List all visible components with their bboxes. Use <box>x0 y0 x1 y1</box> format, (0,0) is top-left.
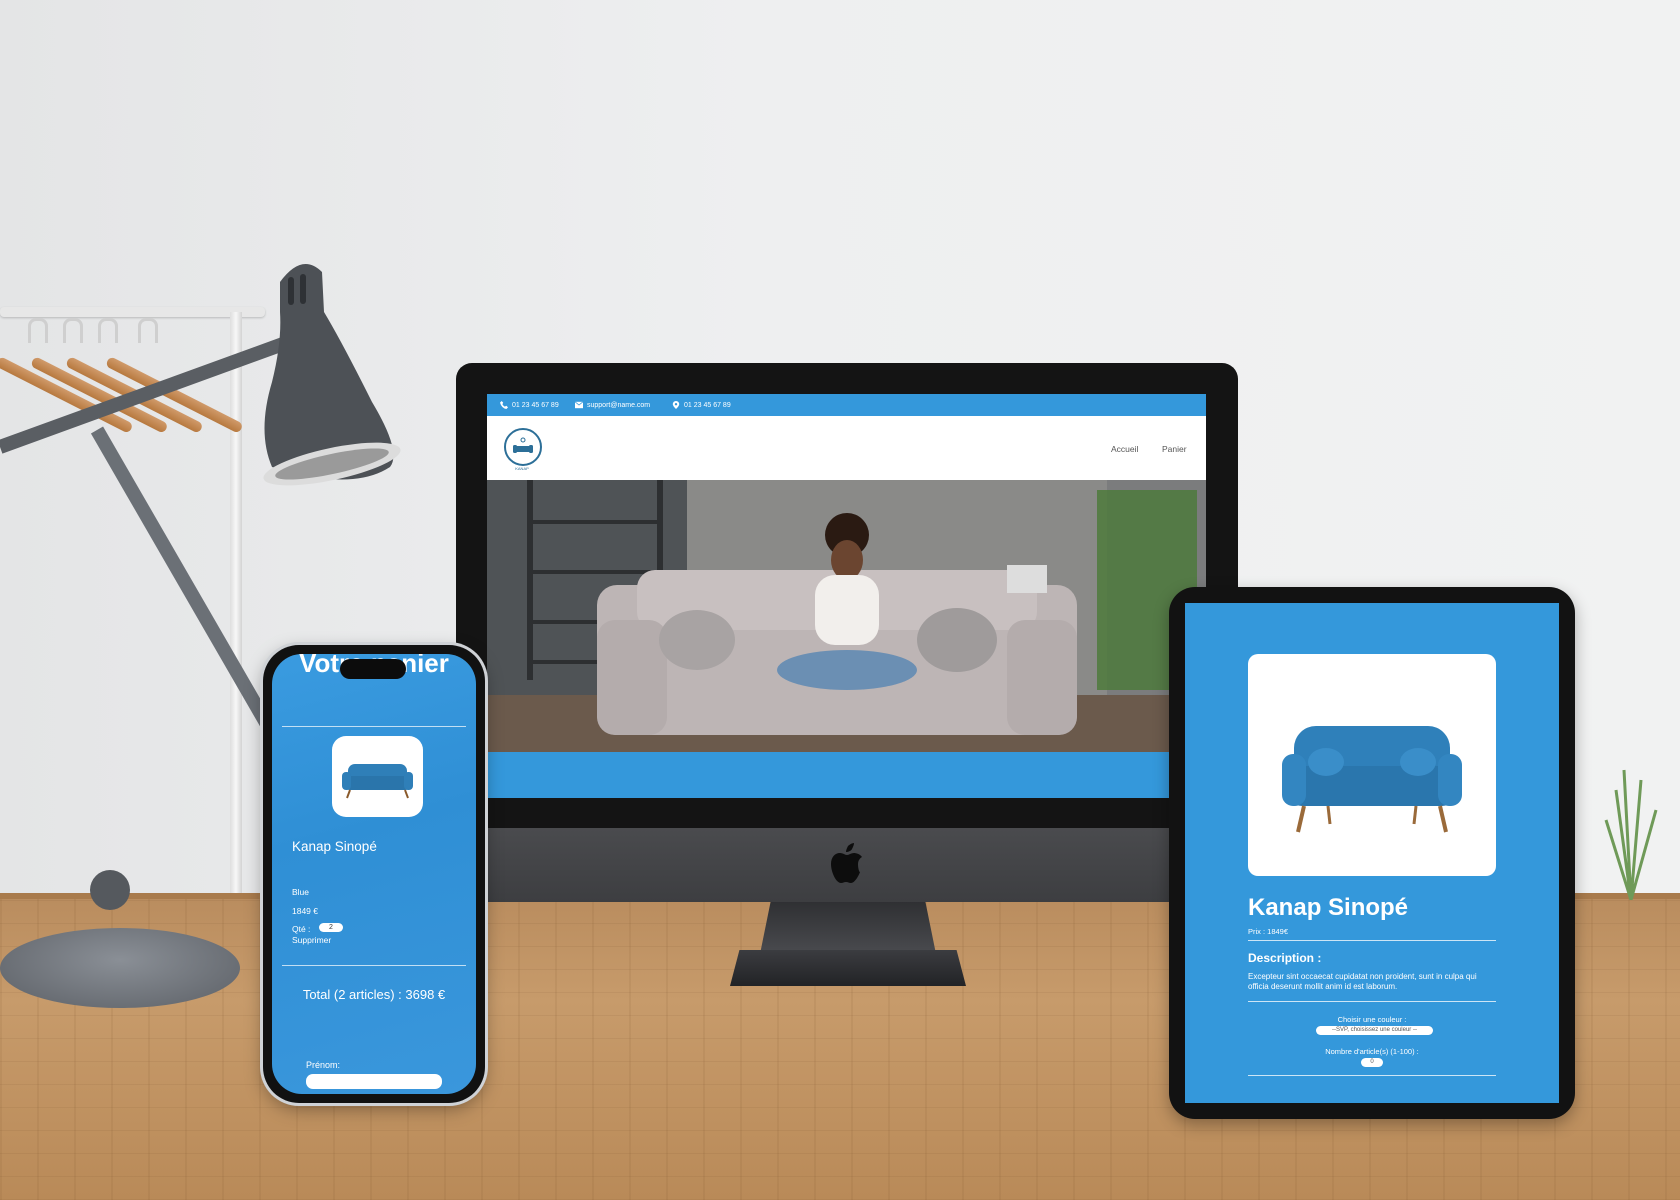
location-icon <box>672 401 680 409</box>
product-description: Excepteur sint occaecat cupidatat non pr… <box>1248 972 1477 991</box>
quantity-label: Nombre d'article(s) (1-100) : <box>1325 1047 1419 1056</box>
imac-stand-foot <box>730 950 966 986</box>
logo-text: KANAP <box>515 466 529 471</box>
topbar-phone-text: 01 23 45 67 89 <box>512 401 559 409</box>
site-topbar: 01 23 45 67 89 support@name.com 01 23 45… <box>487 394 1206 416</box>
lamp-shade-icon <box>263 264 401 486</box>
cart-item-color: Blue <box>292 887 310 897</box>
product-image-card <box>1248 654 1496 876</box>
nav-link-panier[interactable]: Panier <box>1162 444 1187 454</box>
imac-screen: 01 23 45 67 89 support@name.com 01 23 45… <box>487 394 1206 798</box>
topbar-address-text: 01 23 45 67 89 <box>684 401 731 409</box>
plant-icon <box>1604 769 1658 900</box>
clothes-rack-bar <box>0 307 265 317</box>
lamp-joint <box>90 870 130 910</box>
clothes-rack-pole <box>230 312 242 902</box>
topbar-address[interactable]: 01 23 45 67 89 <box>672 401 731 409</box>
hero-banner-image <box>487 480 1206 752</box>
tablet-device: Kanap Sinopé Prix : 1849€ Description : … <box>1169 587 1575 1119</box>
color-select[interactable]: --SVP, choisissez une couleur -- <box>1316 1026 1433 1035</box>
phone-icon <box>500 401 508 409</box>
first-name-input[interactable] <box>306 1074 442 1089</box>
tablet-product-screen: Kanap Sinopé Prix : 1849€ Description : … <box>1185 603 1559 1103</box>
blue-sofa-icon <box>342 764 413 799</box>
cart-item-qty-label: Qté : <box>292 924 311 934</box>
cart-total: Total (2 articles) : 3698 € <box>302 987 446 1002</box>
blue-sofa-product-image <box>1282 726 1462 833</box>
color-label: Choisir une couleur : <box>1337 1015 1407 1024</box>
cart-item-price: 1849 € <box>292 906 318 916</box>
phone-dynamic-island <box>340 659 406 679</box>
living-room-photo <box>487 480 1206 752</box>
product-divider <box>1248 1075 1496 1076</box>
site-header: KANAP Accueil Panier <box>487 416 1206 480</box>
apple-logo-icon <box>831 843 862 883</box>
cart-item-name: Kanap Sinopé <box>292 839 377 854</box>
product-divider <box>1248 940 1496 941</box>
lamp-base <box>0 928 240 1008</box>
nav-link-accueil[interactable]: Accueil <box>1111 444 1138 454</box>
cart-item-qty-input[interactable]: 2 <box>319 923 343 932</box>
phone-cart-screen: Votre panier Kanap Sinopé Blue 1849 € Qt… <box>272 654 476 1094</box>
cart-divider <box>282 726 466 727</box>
imac-stand-neck <box>760 902 936 954</box>
topbar-email[interactable]: support@name.com <box>575 401 650 409</box>
description-heading: Description : <box>1248 951 1322 965</box>
product-price: Prix : 1849€ <box>1248 927 1289 936</box>
sofa-logo-icon <box>513 437 533 453</box>
topbar-email-text: support@name.com <box>587 401 651 409</box>
product-title: Kanap Sinopé <box>1248 894 1409 921</box>
cart-item-delete-link[interactable]: Supprimer <box>292 935 331 945</box>
cart-divider <box>282 965 466 966</box>
cart-item-thumbnail <box>332 736 423 817</box>
site-footer-band <box>487 752 1206 798</box>
first-name-label: Prénom: <box>306 1060 341 1070</box>
product-divider <box>1248 1001 1496 1002</box>
quantity-input[interactable]: 0 <box>1361 1058 1383 1067</box>
kanap-logo[interactable] <box>504 428 542 466</box>
topbar-phone[interactable]: 01 23 45 67 89 <box>500 401 559 409</box>
phone-device: Votre panier Kanap Sinopé Blue 1849 € Qt… <box>263 645 485 1103</box>
mail-icon <box>575 401 583 409</box>
